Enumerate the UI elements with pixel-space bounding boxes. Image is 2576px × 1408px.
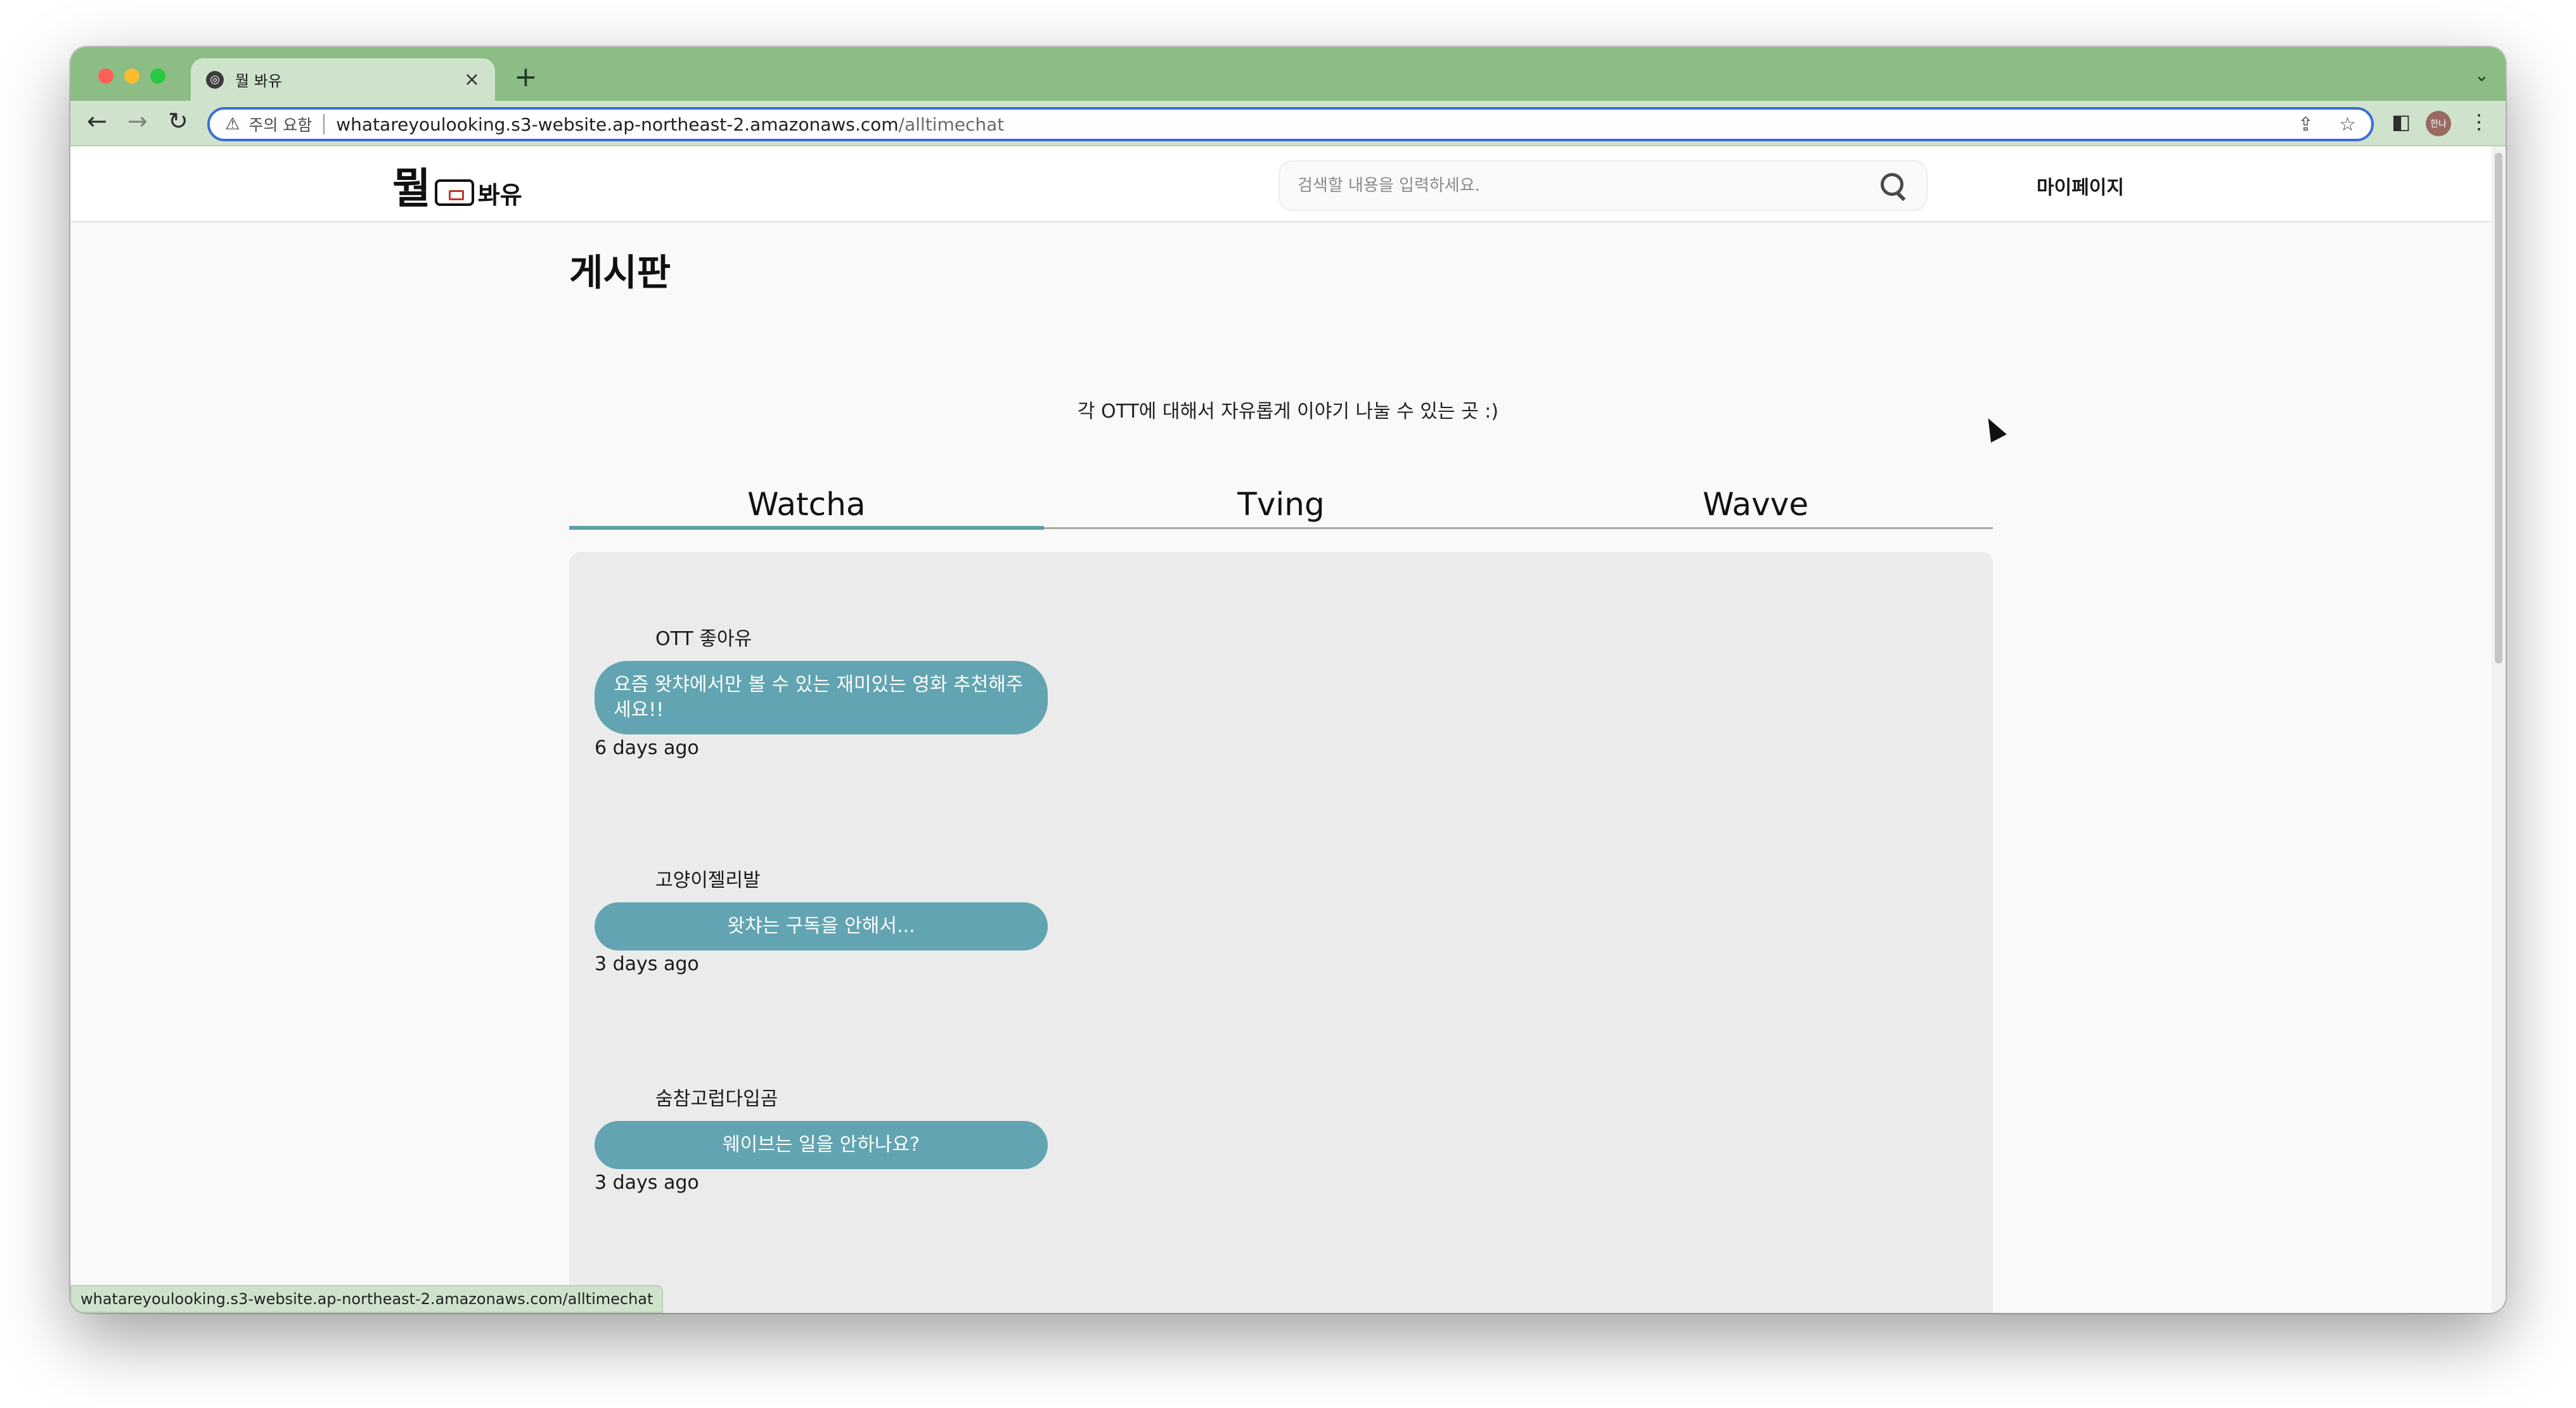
board-description: 각 OTT에 대해서 자유롭게 이야기 나눌 수 있는 곳 :) <box>1077 400 1499 423</box>
site-logo[interactable]: 뭘 봐유 <box>392 159 551 210</box>
close-window-button[interactable] <box>98 68 113 84</box>
share-icon[interactable]: ⇪ <box>2298 113 2314 136</box>
post-author: 고양이젤리발 <box>655 869 761 892</box>
post-timestamp: 3 days ago <box>595 953 699 975</box>
menu-kebab-icon[interactable]: ⋮ <box>2469 110 2489 134</box>
tab-strip: ◎ 뭘 봐유 × + ⌄ <box>70 47 2506 101</box>
page-title: 게시판 <box>569 251 671 294</box>
browser-tab[interactable]: ◎ 뭘 봐유 × <box>191 58 495 101</box>
address-divider <box>323 114 325 134</box>
tab-title: 뭘 봐유 <box>235 72 282 90</box>
list-item: OTT 좋아유 요즘 왓챠에서만 볼 수 있는 재미있는 영화 추천해주세요!!… <box>595 623 1048 759</box>
forward-arrow-icon[interactable]: → <box>127 107 148 135</box>
tab-search-chevron-icon[interactable]: ⌄ <box>2475 65 2489 86</box>
tab-wavve[interactable]: Wavve <box>1518 483 1993 527</box>
search-input[interactable] <box>1298 176 1878 195</box>
chat-panel: OTT 좋아유 요즘 왓챠에서만 볼 수 있는 재미있는 영화 추천해주세요!!… <box>569 552 1993 1313</box>
minimize-window-button[interactable] <box>124 68 139 84</box>
post-timestamp: 6 days ago <box>595 737 699 759</box>
logo-sub-text: 봐유 <box>477 181 522 209</box>
mypage-link[interactable]: 마이페이지 <box>2037 172 2124 200</box>
browser-toolbar: ← → ↻ ⚠ 주의 요함 whatareyoulooking.s3-websi… <box>70 101 2506 146</box>
browser-window: ◎ 뭘 봐유 × + ⌄ ← → ↻ ⚠ 주의 요함 whatareyouloo… <box>70 47 2506 1313</box>
post-message[interactable]: 요즘 왓챠에서만 볼 수 있는 재미있는 영화 추천해주세요!! <box>595 661 1048 734</box>
list-item: 고양이젤리발 왓챠는 구독을 안해서... 3 days ago <box>595 864 1048 975</box>
post-message[interactable]: 웨이브는 일을 안하나요? <box>595 1121 1048 1169</box>
tab-watcha[interactable]: Watcha <box>569 483 1044 530</box>
scrollbar-thumb[interactable] <box>2495 153 2502 663</box>
tab-close-icon[interactable]: × <box>464 68 480 91</box>
side-panel-icon[interactable]: ◧ <box>2392 110 2411 134</box>
web-page: 뭘 봐유 마이페이지 게시판 각 OTT에 대해서 자유롭게 이야기 나눌 수 … <box>70 146 2506 1313</box>
security-label[interactable]: 주의 요함 <box>248 113 312 136</box>
url-host: whatareyoulooking.s3-website.ap-northeas… <box>336 113 899 135</box>
search-icon[interactable] <box>1878 170 1909 201</box>
tab-tving[interactable]: Tving <box>1044 483 1519 527</box>
url-path: /alltimechat <box>898 113 1005 135</box>
post-timestamp: 3 days ago <box>595 1172 699 1194</box>
list-item: 숨참고럽다입곰 웨이브는 일을 안하나요? 3 days ago <box>595 1083 1048 1194</box>
tv-icon <box>434 179 474 206</box>
address-bar[interactable]: ⚠ 주의 요함 whatareyoulooking.s3-website.ap-… <box>207 107 2374 141</box>
warning-icon[interactable]: ⚠ <box>225 115 240 134</box>
back-arrow-icon[interactable]: ← <box>87 107 107 135</box>
reload-icon[interactable]: ↻ <box>168 107 188 135</box>
post-message[interactable]: 왓챠는 구독을 안해서... <box>595 902 1048 950</box>
status-bar-url: whatareyoulooking.s3-website.ap-northeas… <box>70 1285 664 1313</box>
profile-avatar[interactable]: 한나 <box>2426 111 2451 136</box>
search-box <box>1278 160 1928 211</box>
bookmark-star-icon[interactable]: ☆ <box>2339 113 2356 136</box>
post-author: OTT 좋아유 <box>655 628 752 650</box>
post-author: 숨참고럽다입곰 <box>655 1088 778 1110</box>
site-header: 뭘 봐유 마이페이지 <box>70 146 2506 222</box>
globe-icon: ◎ <box>206 70 224 89</box>
zoom-window-button[interactable] <box>150 68 165 84</box>
new-tab-button[interactable]: + <box>514 61 538 93</box>
logo-main-text: 뭘 <box>392 164 431 213</box>
url-text[interactable]: whatareyoulooking.s3-website.ap-northeas… <box>336 114 2272 135</box>
page-scrollbar[interactable] <box>2492 146 2506 1313</box>
ott-tab-bar: Watcha Tving Wavve <box>569 483 1993 530</box>
